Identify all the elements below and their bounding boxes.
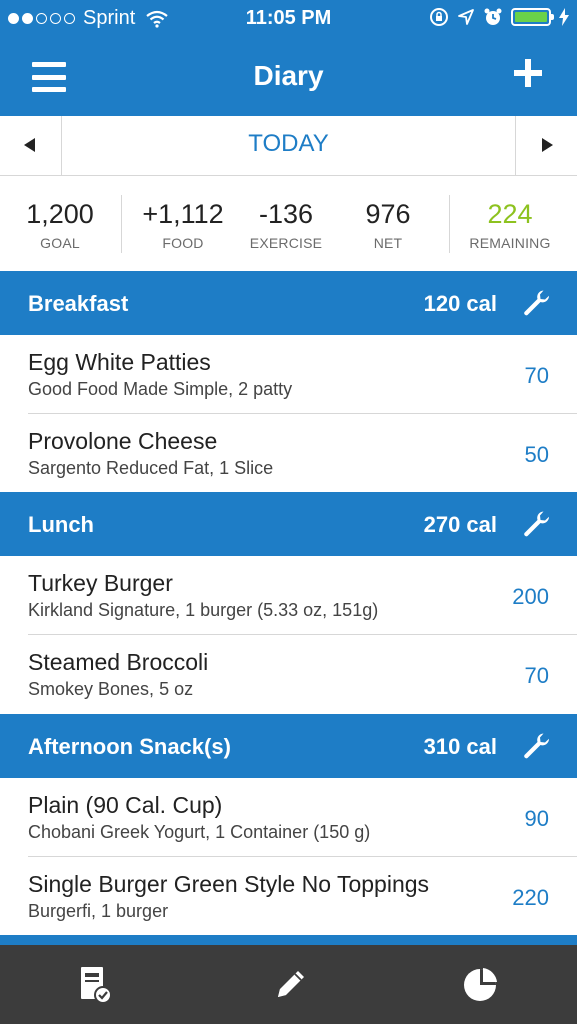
food-entry[interactable]: Single Burger Green Style No Toppings Bu… (0, 857, 577, 936)
wrench-icon[interactable] (521, 288, 551, 318)
food-name: Steamed Broccoli (28, 649, 209, 675)
summary-goal: 1,200 GOAL (18, 199, 102, 251)
tab-diary[interactable] (0, 945, 192, 1024)
summary-remaining: 224 REMAINING (460, 199, 560, 251)
food-calories: 200 (512, 584, 549, 609)
tab-progress[interactable] (384, 945, 576, 1024)
food-calories: 50 (524, 442, 549, 467)
arrow-right-icon (542, 138, 553, 152)
charging-bolt-icon (559, 8, 569, 26)
food-description: Chobani Greek Yogurt, 1 Container (150 g… (28, 822, 371, 842)
food-entry[interactable]: Steamed Broccoli Smokey Bones, 5 oz 70 (0, 635, 577, 714)
food-calories: 70 (524, 663, 549, 688)
arrow-left-icon (24, 138, 35, 152)
exercise-label: EXERCISE (249, 235, 323, 251)
food-value: +1,112 (142, 199, 224, 229)
summary-divider (449, 195, 450, 253)
date-selector: TODAY (0, 116, 577, 176)
summary-net: 976 NET (348, 199, 428, 251)
food-description: Burgerfi, 1 burger (28, 901, 169, 921)
next-day-button[interactable] (515, 116, 577, 176)
location-arrow-icon (458, 9, 474, 25)
next-meal-header-peek (0, 935, 577, 945)
diary-icon (81, 967, 112, 1004)
meal-name: Afternoon Snack(s) (28, 734, 231, 759)
top-bar: Sprint 11:05 PM Diary (0, 0, 577, 116)
food-entry[interactable]: Turkey Burger Kirkland Signature, 1 burg… (0, 556, 577, 635)
tab-log[interactable] (192, 945, 384, 1024)
meal-calories: 270 cal (423, 512, 497, 537)
food-entry[interactable]: Egg White Patties Good Food Made Simple,… (0, 335, 577, 414)
navigation-bar: Diary (0, 38, 577, 116)
meal-name: Breakfast (28, 291, 129, 316)
rotation-lock-icon (430, 8, 448, 26)
status-bar: Sprint 11:05 PM (0, 0, 577, 38)
pie-chart-icon (464, 968, 497, 1001)
meal-header-afternoon-snacks[interactable]: Afternoon Snack(s) 310 cal (0, 714, 577, 778)
food-name: Egg White Patties (28, 349, 211, 375)
food-calories: 70 (524, 363, 549, 388)
food-description: Kirkland Signature, 1 burger (5.33 oz, 1… (28, 600, 379, 620)
food-entry[interactable]: Plain (90 Cal. Cup) Chobani Greek Yogurt… (0, 778, 577, 857)
meal-name: Lunch (28, 512, 94, 537)
plus-icon[interactable] (513, 58, 543, 88)
alarm-icon (484, 8, 502, 25)
food-description: Sargento Reduced Fat, 1 Slice (28, 458, 274, 478)
battery-icon (511, 8, 554, 26)
food-name: Single Burger Green Style No Toppings (28, 871, 430, 897)
current-date-label[interactable]: TODAY (62, 130, 515, 158)
food-name: Plain (90 Cal. Cup) (28, 792, 223, 818)
summary-exercise: -136 EXERCISE (244, 199, 328, 251)
status-right (429, 7, 569, 27)
battery-fill (515, 12, 547, 22)
pencil-icon (278, 971, 304, 997)
meal-calories: 310 cal (423, 734, 497, 759)
food-name: Provolone Cheese (28, 428, 218, 454)
meal-header-lunch[interactable]: Lunch 270 cal (0, 492, 577, 556)
goal-label: GOAL (40, 235, 80, 251)
food-label: FOOD (162, 235, 204, 251)
summary-divider (121, 195, 122, 253)
food-description: Good Food Made Simple, 2 patty (28, 379, 293, 399)
wrench-icon[interactable] (521, 509, 551, 539)
remaining-label: REMAINING (469, 235, 551, 251)
previous-day-button[interactable] (0, 116, 62, 176)
goal-value: 1,200 (26, 199, 94, 229)
tab-bar (0, 945, 577, 1024)
meal-calories: 120 cal (423, 291, 497, 316)
remaining-value: 224 (487, 199, 533, 229)
food-calories: 90 (524, 806, 549, 831)
exercise-value: -136 (258, 199, 314, 229)
food-entry[interactable]: Provolone Cheese Sargento Reduced Fat, 1… (0, 414, 577, 493)
food-calories: 220 (512, 885, 549, 910)
meal-header-breakfast[interactable]: Breakfast 120 cal (0, 271, 577, 335)
summary-food: +1,112 FOOD (132, 199, 234, 251)
net-value: 976 (365, 199, 411, 229)
food-name: Turkey Burger (28, 570, 173, 596)
calorie-summary[interactable]: 1,200 GOAL +1,112 FOOD -136 EXERCISE 976… (0, 177, 577, 271)
net-label: NET (373, 235, 403, 251)
wrench-icon[interactable] (521, 731, 551, 761)
food-description: Smokey Bones, 5 oz (28, 679, 194, 699)
page-title: Diary (253, 60, 324, 91)
